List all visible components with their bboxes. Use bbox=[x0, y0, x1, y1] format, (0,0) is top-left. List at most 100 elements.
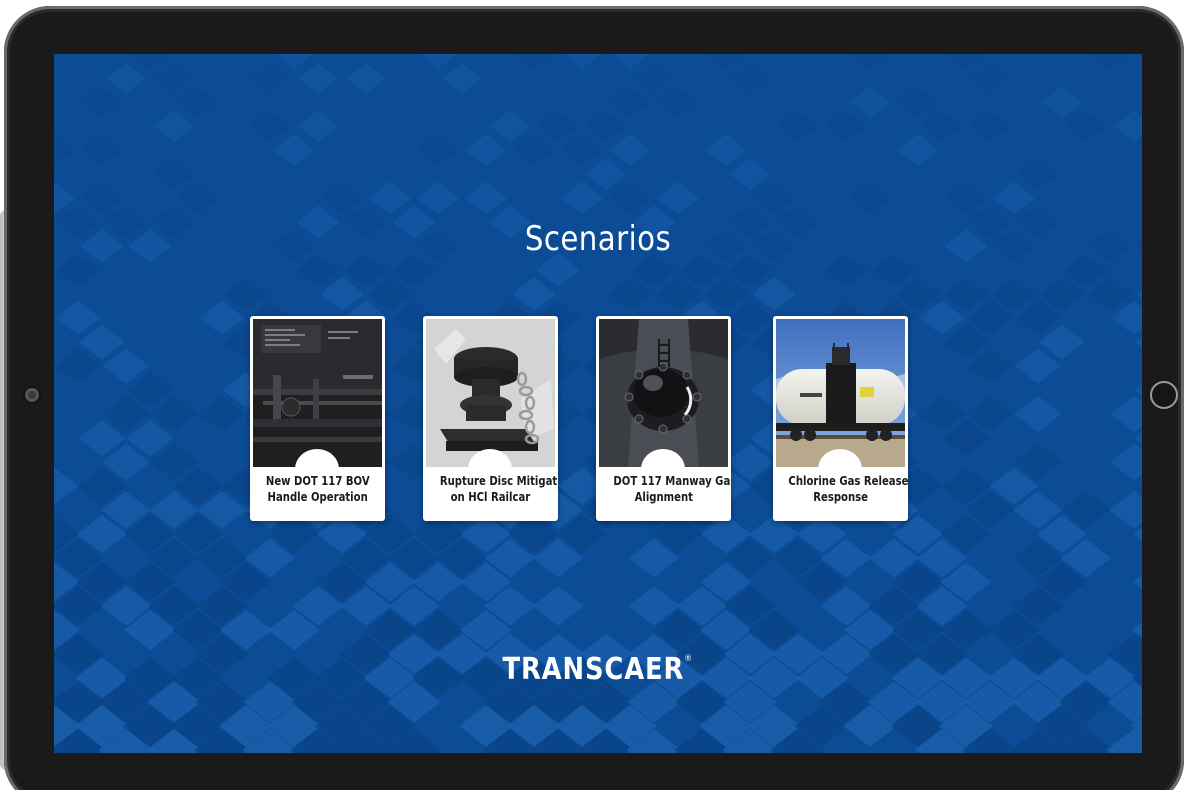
background-diamond bbox=[1136, 241, 1142, 251]
manway-hatch-image bbox=[599, 319, 728, 467]
background-diamond bbox=[608, 181, 652, 215]
background-diamond bbox=[1065, 110, 1107, 142]
background-diamond bbox=[1014, 395, 1062, 433]
background-diamond bbox=[634, 62, 674, 94]
background-diamond bbox=[1087, 276, 1133, 312]
background-diamond bbox=[943, 276, 989, 312]
railcar-valve-image bbox=[253, 319, 382, 467]
scenario-label: Chlorine Gas Release Response bbox=[788, 474, 908, 504]
background-diamond bbox=[320, 181, 364, 215]
background-diamond bbox=[607, 276, 653, 312]
rupture-disc-image bbox=[426, 319, 555, 467]
background-diamond bbox=[153, 157, 195, 191]
scenario-card-manway-gasket[interactable]: DOT 117 Manway Gasket Alignment bbox=[596, 316, 731, 521]
background-diamond bbox=[106, 62, 146, 94]
background-diamond bbox=[81, 134, 123, 166]
background-diamond bbox=[1109, 443, 1142, 481]
page-title: Scenarios bbox=[524, 219, 672, 259]
background-diamond bbox=[177, 86, 219, 118]
background-diamond bbox=[273, 134, 315, 166]
scenario-label: New DOT 117 BOV Handle Operation bbox=[265, 474, 370, 504]
chlorine-tank-car-image bbox=[776, 319, 905, 467]
background-diamond bbox=[54, 467, 79, 505]
scenario-card-bov-handle[interactable]: New DOT 117 BOV Handle Operation bbox=[250, 316, 385, 521]
background-diamond bbox=[513, 134, 555, 166]
home-button[interactable] bbox=[1150, 381, 1178, 409]
background-diamond bbox=[705, 134, 747, 166]
background-diamond bbox=[55, 348, 101, 384]
background-diamond bbox=[465, 134, 507, 166]
background-diamond bbox=[1110, 395, 1142, 433]
background-diamond bbox=[825, 110, 867, 142]
background-diamond bbox=[777, 110, 819, 142]
scenario-label: Rupture Disc Mitigation on HCl Railcar bbox=[439, 474, 558, 504]
background-diamond bbox=[1090, 54, 1130, 69]
background-diamond bbox=[346, 62, 386, 94]
background-diamond bbox=[921, 110, 963, 142]
background-diamond bbox=[561, 134, 603, 166]
background-diamond bbox=[1064, 253, 1108, 287]
background-diamond bbox=[154, 62, 194, 94]
background-diamond bbox=[417, 134, 459, 166]
background-diamond bbox=[250, 62, 290, 94]
background-diamond bbox=[730, 62, 770, 94]
background-diamond bbox=[991, 276, 1037, 312]
background-diamond bbox=[514, 54, 554, 69]
background-diamond bbox=[897, 86, 939, 118]
background-diamond bbox=[274, 54, 314, 69]
background-diamond bbox=[729, 157, 771, 191]
background-diamond bbox=[416, 181, 460, 215]
app-screen: Scenarios New DOT 117 BOV Handle Operati… bbox=[54, 54, 1142, 753]
background-diamond bbox=[944, 181, 988, 215]
background-diamond bbox=[79, 324, 125, 360]
background-diamond bbox=[532, 586, 584, 626]
background-diamond bbox=[897, 134, 939, 166]
background-diamond bbox=[489, 110, 531, 142]
background-diamond bbox=[81, 86, 123, 118]
scenario-card-rupture-disc[interactable]: Rupture Disc Mitigation on HCl Railcar bbox=[423, 316, 558, 521]
background-diamond bbox=[1017, 157, 1059, 191]
background-diamond bbox=[297, 110, 339, 142]
background-diamond bbox=[655, 276, 701, 312]
background-diamond bbox=[850, 54, 890, 69]
background-diamond bbox=[464, 181, 508, 215]
background-diamond bbox=[585, 110, 627, 142]
background-diamond bbox=[727, 300, 773, 336]
background-diamond bbox=[895, 276, 941, 312]
background-diamond bbox=[706, 54, 746, 69]
background-diamond bbox=[946, 54, 986, 69]
scenario-card-chlorine-release[interactable]: Chlorine Gas Release Response bbox=[773, 316, 908, 521]
background-diamond bbox=[537, 110, 579, 142]
scenario-label: DOT 117 Manway Gasket Alignment bbox=[613, 474, 731, 504]
background-diamond bbox=[562, 54, 602, 69]
background-diamond bbox=[992, 181, 1036, 215]
background-diamond bbox=[585, 157, 627, 191]
background-diamond bbox=[970, 62, 1010, 94]
background-diamond bbox=[967, 300, 1013, 336]
background-diamond bbox=[56, 253, 100, 287]
background-diamond bbox=[969, 110, 1011, 142]
background-diamond bbox=[1109, 491, 1142, 529]
background-diamond bbox=[153, 110, 195, 142]
background-diamond bbox=[751, 276, 797, 312]
background-diamond bbox=[80, 181, 124, 215]
background-diamond bbox=[967, 348, 1013, 384]
transcaer-logo: TRANSCAER® bbox=[502, 652, 694, 687]
background-diamond bbox=[919, 300, 965, 336]
background-diamond bbox=[54, 181, 76, 215]
background-diamond bbox=[130, 54, 170, 69]
background-diamond bbox=[610, 54, 650, 69]
background-diamond bbox=[511, 276, 557, 312]
background-diamond bbox=[703, 276, 749, 312]
background-diamond bbox=[55, 300, 101, 336]
background-diamond bbox=[80, 229, 124, 263]
background-diamond bbox=[298, 62, 338, 94]
background-diamond bbox=[418, 54, 458, 69]
background-diamond bbox=[1041, 86, 1083, 118]
background-diamond bbox=[1039, 324, 1085, 360]
background-diamond bbox=[1039, 276, 1085, 312]
background-diamond bbox=[943, 324, 989, 360]
background-diamond bbox=[442, 62, 482, 94]
background-diamond bbox=[1113, 110, 1142, 142]
background-diamond bbox=[752, 181, 796, 215]
